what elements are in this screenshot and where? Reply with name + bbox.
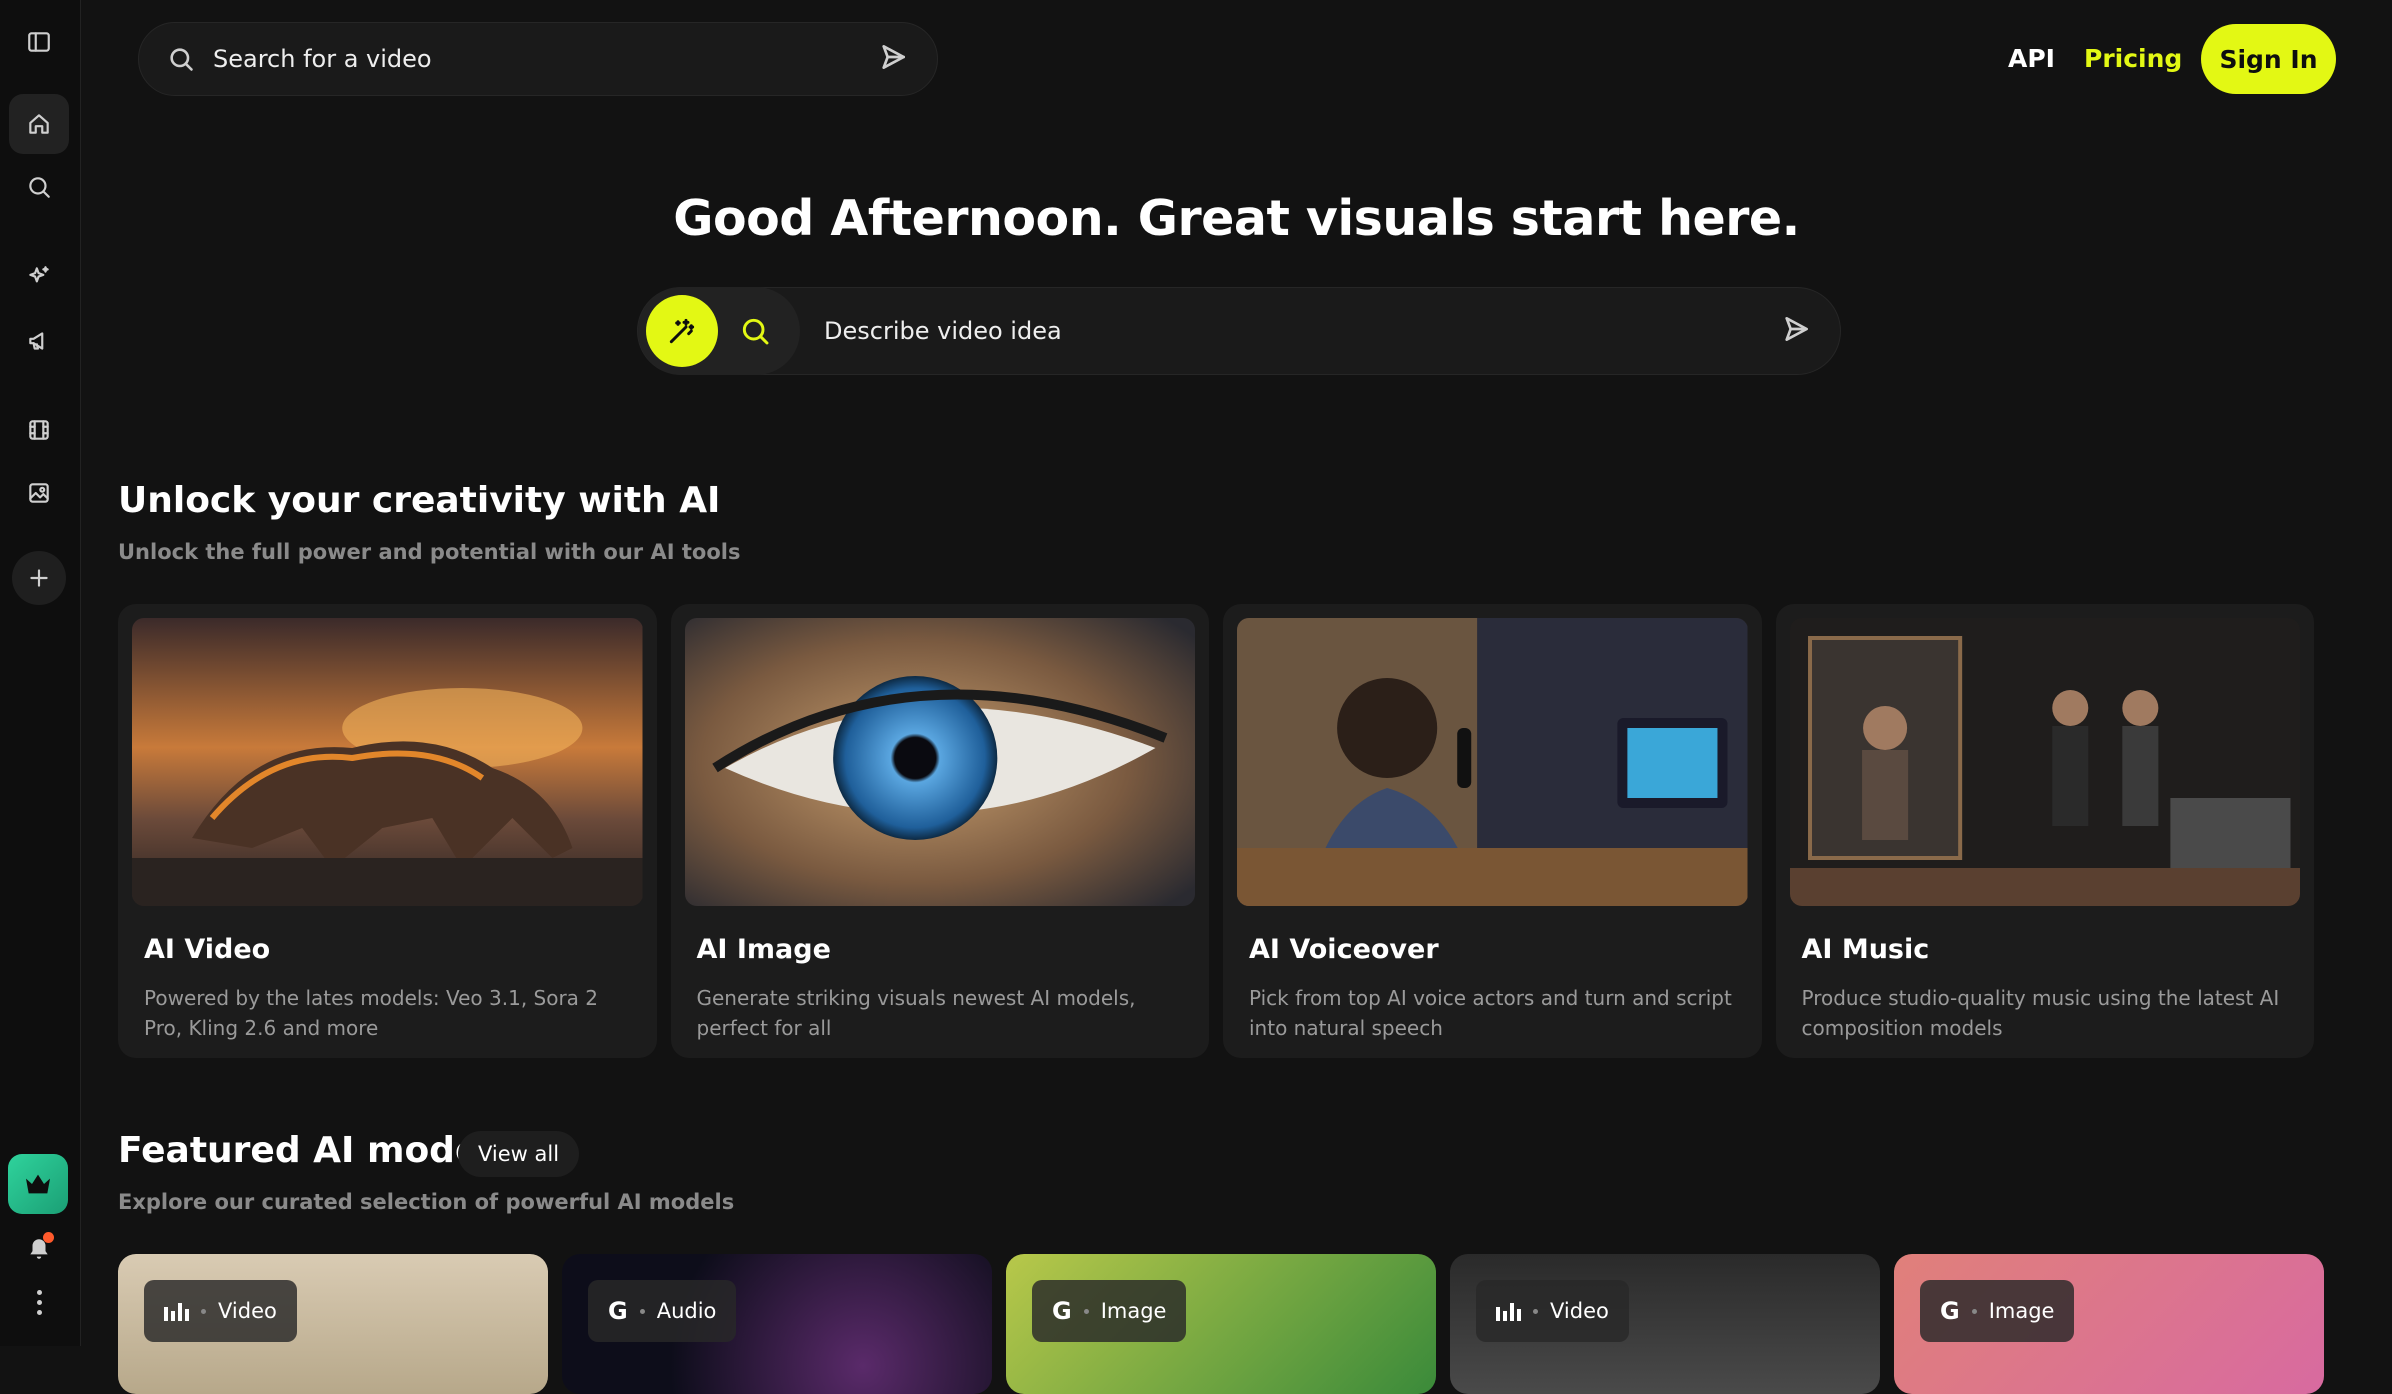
ai-voiceover-thumbnail bbox=[1237, 618, 1748, 906]
send-icon[interactable] bbox=[877, 41, 909, 77]
featured-model-cards: Video G Audio G Image Video G Image bbox=[118, 1254, 2392, 1394]
image-icon[interactable] bbox=[9, 463, 69, 523]
google-icon: G bbox=[1940, 1297, 1960, 1325]
ai-image-thumbnail bbox=[684, 618, 1195, 906]
model-type-badge: G Audio bbox=[588, 1280, 737, 1342]
tool-card-desc: Powered by the lates models: Veo 3.1, So… bbox=[144, 986, 599, 1040]
model-card[interactable]: G Image bbox=[1894, 1254, 2324, 1394]
tool-card-title: AI Image bbox=[696, 934, 831, 965]
featured-section-subtitle: Explore our curated selection of powerfu… bbox=[118, 1190, 735, 1214]
tool-card-desc: Pick from top AI voice actors and turn a… bbox=[1249, 986, 1732, 1040]
mode-toggle[interactable] bbox=[638, 287, 800, 375]
model-type-badge: Video bbox=[144, 1280, 297, 1342]
home-icon[interactable] bbox=[9, 94, 69, 154]
tool-card-desc: Generate striking visuals newest AI mode… bbox=[696, 986, 1136, 1040]
model-type-badge: G Image bbox=[1032, 1280, 1187, 1342]
ai-music-thumbnail bbox=[1789, 618, 2300, 906]
more-vertical-icon[interactable] bbox=[22, 1285, 56, 1319]
model-type-label: Video bbox=[218, 1299, 277, 1323]
bell-icon[interactable] bbox=[22, 1232, 56, 1266]
hero-prompt-input[interactable]: Describe video idea bbox=[824, 317, 1780, 345]
model-type-label: Image bbox=[1988, 1299, 2055, 1323]
tool-cards: AI Video Powered by the lates models: Ve… bbox=[118, 604, 2314, 1058]
search-icon bbox=[170, 48, 193, 71]
crown-icon[interactable] bbox=[8, 1154, 68, 1214]
tools-section-subtitle: Unlock the full power and potential with… bbox=[118, 540, 741, 564]
hero-title: Good Afternoon. Great visuals start here… bbox=[673, 190, 1800, 247]
ai-video-thumbnail bbox=[132, 618, 643, 906]
google-icon: G bbox=[1052, 1297, 1072, 1325]
featured-section-title: Featured AI models bbox=[118, 1130, 514, 1171]
model-type-label: Video bbox=[1550, 1299, 1609, 1323]
tool-card-ai-voiceover[interactable]: AI Voiceover Pick from top AI voice acto… bbox=[1223, 604, 1762, 1058]
tool-card-ai-music[interactable]: AI Music Produce studio-quality music us… bbox=[1775, 604, 2314, 1058]
model-card[interactable]: Video bbox=[118, 1254, 548, 1394]
tool-card-title: AI Voiceover bbox=[1249, 934, 1439, 965]
google-icon: G bbox=[608, 1297, 628, 1325]
model-card[interactable]: G Image bbox=[1006, 1254, 1436, 1394]
tool-card-ai-image[interactable]: AI Image Generate striking visuals newes… bbox=[670, 604, 1209, 1058]
model-card[interactable]: G Audio bbox=[562, 1254, 992, 1394]
search-mode-icon[interactable] bbox=[730, 306, 780, 356]
sign-in-button[interactable]: Sign In bbox=[2201, 24, 2336, 94]
tool-card-ai-video[interactable]: AI Video Powered by the lates models: Ve… bbox=[118, 604, 657, 1058]
megaphone-icon[interactable] bbox=[9, 311, 69, 371]
model-type-label: Audio bbox=[656, 1299, 717, 1323]
model-card[interactable]: Video bbox=[1450, 1254, 1880, 1394]
tool-card-desc: Produce studio-quality music using the l… bbox=[1801, 986, 2280, 1040]
model-type-badge: Video bbox=[1476, 1280, 1629, 1342]
model-type-label: Image bbox=[1100, 1299, 1167, 1323]
sidebar-toggle-icon[interactable] bbox=[9, 12, 69, 72]
top-search-bar[interactable]: Search for a video bbox=[138, 22, 938, 96]
send-icon[interactable] bbox=[1780, 313, 1812, 349]
notification-dot bbox=[43, 1232, 54, 1243]
hero-prompt-bar[interactable]: Describe video idea bbox=[637, 287, 1841, 375]
film-icon[interactable] bbox=[9, 400, 69, 460]
view-all-button[interactable]: View all bbox=[458, 1131, 580, 1177]
sparkles-icon[interactable] bbox=[9, 247, 69, 307]
bars-icon bbox=[1496, 1301, 1521, 1321]
nav-api-link[interactable]: API bbox=[2008, 44, 2055, 73]
tool-card-title: AI Video bbox=[144, 934, 271, 965]
plus-icon[interactable] bbox=[12, 551, 66, 605]
tool-card-title: AI Music bbox=[1801, 934, 1930, 965]
bars-icon bbox=[164, 1301, 189, 1321]
tools-section-title: Unlock your creativity with AI bbox=[118, 480, 721, 521]
nav-pricing-link[interactable]: Pricing bbox=[2084, 44, 2182, 73]
top-search-input[interactable]: Search for a video bbox=[213, 45, 877, 73]
magic-wand-icon[interactable] bbox=[646, 295, 718, 367]
model-type-badge: G Image bbox=[1920, 1280, 2075, 1342]
